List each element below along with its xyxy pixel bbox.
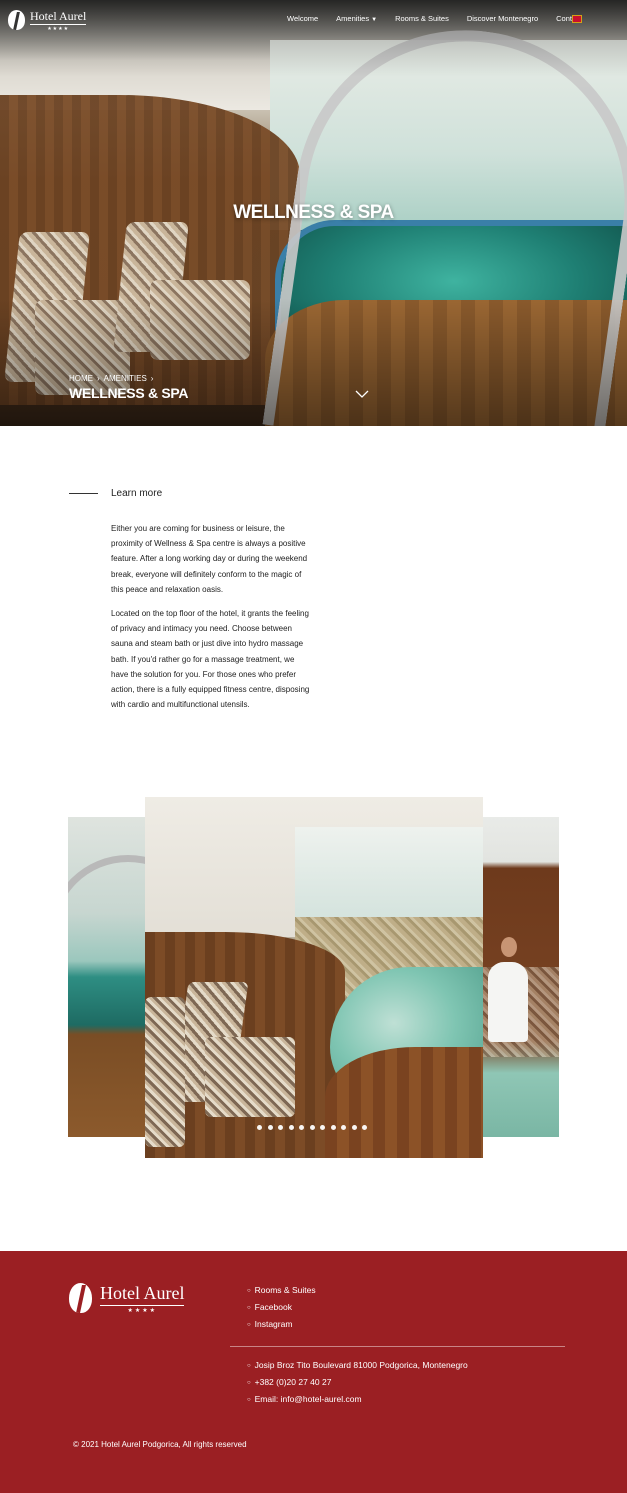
nav-rooms-suites[interactable]: Rooms & Suites xyxy=(395,14,449,23)
learn-more-heading: Learn more xyxy=(69,488,162,499)
breadcrumb-home[interactable]: HOME xyxy=(69,374,93,383)
slide-pool-rim xyxy=(325,1047,483,1158)
carousel-dot[interactable] xyxy=(299,1125,304,1130)
top-nav: Hotel Aurel ★★★★ Welcome Amenities ▼ Room… xyxy=(0,0,627,40)
main-menu: Welcome Amenities ▼ Rooms & Suites Discov… xyxy=(287,14,582,23)
footer-links: Rooms & Suites Facebook Instagram xyxy=(247,1283,316,1334)
caret-down-icon: ▼ xyxy=(371,17,378,23)
heading-rule xyxy=(69,493,98,494)
breadcrumb-separator-icon: › xyxy=(150,374,154,383)
learn-more-label: Learn more xyxy=(111,488,163,499)
carousel-pagination xyxy=(257,1125,367,1130)
montenegro-flag-icon[interactable] xyxy=(572,15,582,23)
slide-guest-robe xyxy=(488,962,528,1042)
details-paragraph: Located on the top floor of the hotel, i… xyxy=(111,609,310,710)
header-logo[interactable]: Hotel Aurel ★★★★ xyxy=(8,9,87,32)
slide-lounger xyxy=(205,1037,295,1117)
carousel-dot[interactable] xyxy=(320,1125,325,1130)
footer-logo-wordmark: Hotel Aurel ★★★★ xyxy=(100,1283,185,1314)
carousel-dot[interactable] xyxy=(330,1125,336,1130)
footer-phone[interactable]: +382 (0)20 27 40 27 xyxy=(247,1375,468,1392)
footer-link-instagram[interactable]: Instagram xyxy=(247,1317,316,1334)
footer-logo-text: Hotel Aurel xyxy=(100,1283,185,1303)
footer-logo-stars: ★★★★ xyxy=(100,1305,185,1314)
breadcrumb-separator-icon: › xyxy=(97,374,100,383)
slide-lounger xyxy=(145,997,185,1147)
footer-contact: Josip Broz Tito Boulevard 81000 Podgoric… xyxy=(247,1358,468,1409)
footer-link-rooms[interactable]: Rooms & Suites xyxy=(247,1283,316,1300)
chevron-down-icon[interactable] xyxy=(354,386,370,402)
intro-paragraph: Either you are coming for business or le… xyxy=(111,524,308,594)
footer-address: Josip Broz Tito Boulevard 81000 Podgoric… xyxy=(247,1358,468,1375)
nav-amenities-label: Amenities xyxy=(336,14,370,23)
logo-icon xyxy=(8,10,25,30)
slide-handrail xyxy=(68,855,145,1055)
copyright: © 2021 Hotel Aurel Podgorica, All rights… xyxy=(73,1440,247,1449)
footer-divider xyxy=(230,1346,565,1347)
carousel-slide-next[interactable] xyxy=(483,817,559,1137)
carousel-slide-prev[interactable] xyxy=(68,817,145,1137)
nav-welcome[interactable]: Welcome xyxy=(287,14,318,23)
carousel-dot[interactable] xyxy=(362,1125,367,1130)
carousel-dot[interactable] xyxy=(267,1125,273,1130)
logo-wordmark: Hotel Aurel ★★★★ xyxy=(30,9,87,32)
nav-discover-montenegro[interactable]: Discover Montenegro xyxy=(467,14,538,23)
carousel-dot[interactable] xyxy=(278,1125,283,1130)
footer-logo[interactable]: Hotel Aurel ★★★★ xyxy=(69,1283,185,1314)
carousel-dot[interactable] xyxy=(351,1125,357,1130)
carousel-dot[interactable] xyxy=(309,1125,315,1130)
site-footer: Hotel Aurel ★★★★ Rooms & Suites Facebook… xyxy=(0,1251,627,1493)
carousel-slide-active[interactable] xyxy=(145,797,483,1158)
logo-text: Hotel Aurel xyxy=(30,9,87,23)
carousel-dot[interactable] xyxy=(341,1125,346,1130)
footer-email[interactable]: Email: info@hotel-aurel.com xyxy=(247,1392,468,1409)
breadcrumb-current: WELLNESS & SPA xyxy=(69,385,189,401)
hero-banner: Hotel Aurel ★★★★ Welcome Amenities ▼ Room… xyxy=(0,0,627,426)
breadcrumb: HOME › AMENITIES › xyxy=(69,374,153,383)
carousel-dot[interactable] xyxy=(288,1125,294,1130)
slide-guest xyxy=(501,937,517,957)
hero-title: WELLNESS & SPA xyxy=(233,202,394,223)
footer-link-facebook[interactable]: Facebook xyxy=(247,1300,316,1317)
nav-amenities[interactable]: Amenities ▼ xyxy=(336,14,377,23)
logo-icon xyxy=(69,1283,92,1313)
carousel-dot[interactable] xyxy=(257,1125,262,1130)
logo-stars: ★★★★ xyxy=(30,24,87,32)
breadcrumb-amenities[interactable]: AMENITIES xyxy=(104,374,147,383)
